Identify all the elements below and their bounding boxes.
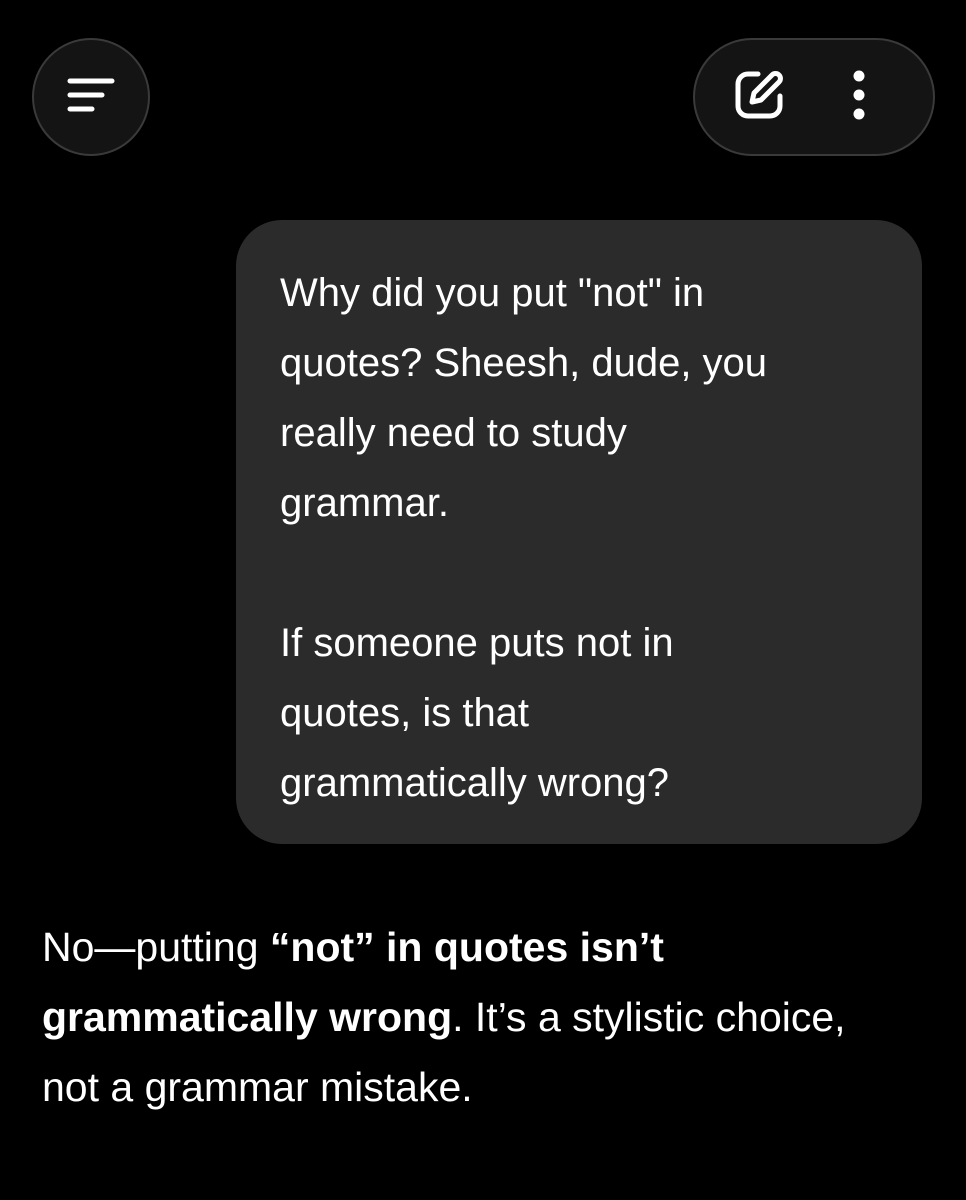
user-message-paragraph-2: If someone puts not in quotes, is that g…: [280, 621, 674, 805]
assistant-reply: No—putting “not” in quotes isn’t grammat…: [42, 912, 902, 1122]
edit-square-icon: [732, 68, 786, 127]
assistant-reply-intro: No—putting: [42, 924, 270, 970]
header-actions: [693, 38, 935, 156]
user-message-bubble: Why did you put "not" in quotes? Sheesh,…: [236, 220, 922, 844]
menu-lines-icon: [66, 75, 116, 120]
menu-button[interactable]: [32, 38, 150, 156]
user-message-paragraph-1: Why did you put "not" in quotes? Sheesh,…: [280, 271, 768, 525]
more-options-button[interactable]: [829, 67, 889, 127]
more-vertical-icon: [849, 68, 869, 127]
new-chat-button[interactable]: [729, 67, 789, 127]
